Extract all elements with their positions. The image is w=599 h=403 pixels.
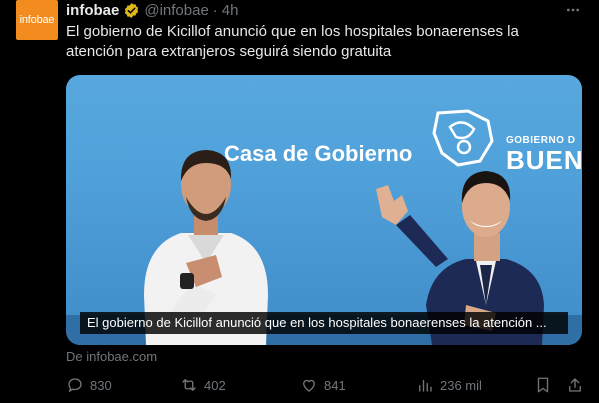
views-icon	[419, 379, 432, 392]
bookmark-icon	[537, 377, 549, 393]
like-count: 841	[324, 377, 346, 393]
like-button[interactable]: 841	[300, 376, 346, 394]
author-avatar[interactable]: infobae	[16, 0, 58, 40]
media-card[interactable]: GOBIERNO D BUEN Casa de Gobierno El gobi…	[66, 75, 582, 345]
author-name[interactable]: infobae	[66, 2, 119, 19]
views-button[interactable]: 236 mil	[416, 376, 482, 394]
author-handle[interactable]: @infobae	[144, 2, 208, 19]
tweet-time[interactable]: 4h	[222, 2, 239, 19]
reply-icon	[68, 378, 82, 393]
link-source[interactable]: De infobae.com	[66, 349, 157, 364]
separator-dot: ·	[212, 1, 218, 19]
like-icon	[303, 379, 315, 392]
repost-button[interactable]: 402	[180, 376, 226, 394]
repost-count: 402	[204, 377, 226, 393]
verified-icon	[125, 2, 139, 18]
share-button[interactable]	[566, 376, 584, 394]
bookmark-button[interactable]	[534, 376, 552, 394]
tweet-header: infobae @infobae · 4h	[66, 1, 238, 19]
media-caption: El gobierno de Kicillof anunció que en l…	[80, 312, 568, 334]
views-count: 236 mil	[440, 377, 482, 393]
tweet-text: El gobierno de Kicillof anunció que en l…	[66, 23, 519, 60]
reply-count: 830	[90, 377, 112, 393]
repost-icon	[182, 379, 196, 391]
avatar-label: infobae	[19, 14, 55, 26]
tweet-actions: 830 402 841 236 mil	[66, 376, 588, 398]
more-icon[interactable]	[565, 2, 581, 18]
share-icon	[569, 378, 581, 392]
reply-button[interactable]: 830	[66, 376, 112, 394]
